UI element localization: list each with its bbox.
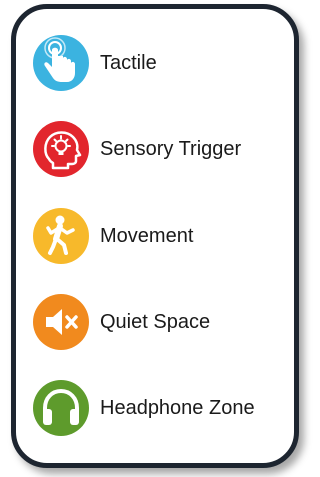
headphones-icon xyxy=(33,380,89,436)
legend-item-quiet-space: Quiet Space xyxy=(33,294,210,350)
hand-touch-icon xyxy=(33,35,89,91)
legend-label: Tactile xyxy=(100,51,157,74)
legend-item-tactile: Tactile xyxy=(33,35,157,91)
legend-item-movement: Movement xyxy=(33,208,193,264)
legend-label: Movement xyxy=(100,224,194,247)
legend-label: Quiet Space xyxy=(100,310,211,333)
legend-label: Sensory Trigger xyxy=(100,137,242,160)
head-lightbulb-icon xyxy=(33,121,89,177)
legend-item-sensory-trigger: Sensory Trigger xyxy=(33,121,241,177)
legend-label: Headphone Zone xyxy=(100,396,255,419)
legend-item-headphone-zone: Headphone Zone xyxy=(33,380,255,436)
speaker-mute-icon xyxy=(33,294,89,350)
running-person-icon xyxy=(33,208,89,264)
